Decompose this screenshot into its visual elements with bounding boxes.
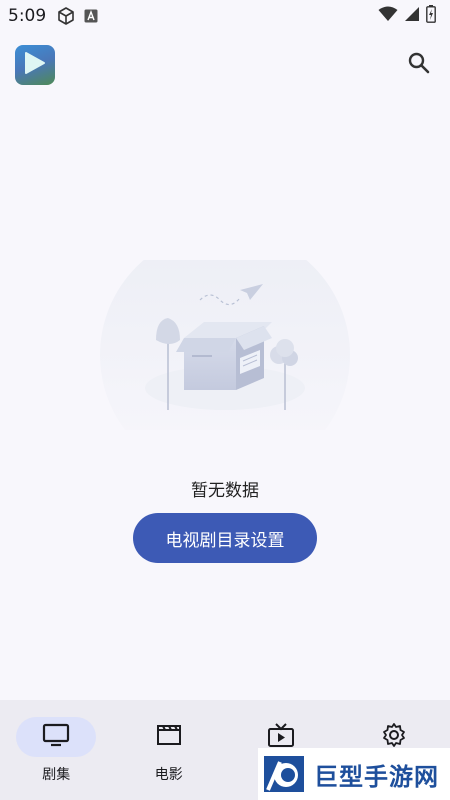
nav-item-movies[interactable]: 电影 [113,700,226,800]
app-notification-icon [84,9,98,23]
tv-icon [42,723,70,751]
status-bar: 5:09 [0,0,450,32]
nav-item-series[interactable]: 剧集 [0,700,113,800]
signal-icon [404,6,420,26]
watermark-text: 巨型手游网 [314,762,439,791]
app-bar [0,40,450,92]
tv-directory-settings-button[interactable]: 电视剧目录设置 [133,513,317,563]
nav-active-indicator [16,717,97,757]
search-button[interactable] [404,50,434,80]
wifi-icon [378,6,398,26]
watermark-logo-icon [260,750,308,798]
battery-icon [426,5,436,27]
search-icon [407,51,431,79]
status-time: 5:09 [8,6,47,26]
play-icon [24,51,46,79]
empty-message: 暂无数据 [191,481,259,501]
app-logo [15,45,55,85]
nav-label-series: 剧集 [42,767,71,783]
cube-icon [56,6,76,26]
clapperboard-icon [155,723,183,751]
empty-box-illustration [100,230,350,480]
watermark: 巨型手游网 [258,748,450,800]
nav-label-movies: 电影 [154,767,183,783]
